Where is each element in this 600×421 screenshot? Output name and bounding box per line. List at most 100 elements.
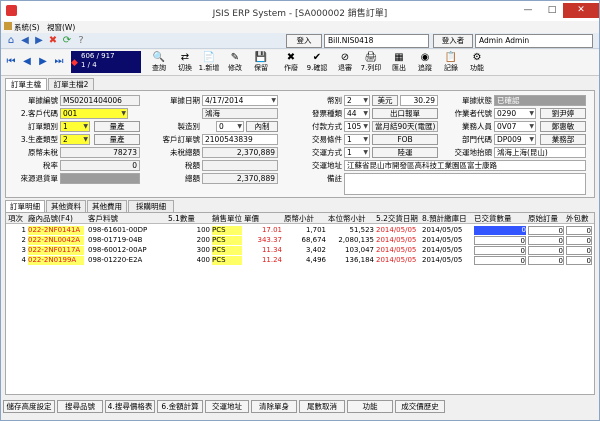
- table-cell[interactable]: 022-2NF0141A: [28, 226, 84, 235]
- table-cell[interactable]: 2014/05/05: [422, 256, 472, 265]
- table-cell[interactable]: 098-01220-E2A: [88, 256, 166, 265]
- maximize-button[interactable]: □: [541, 3, 563, 18]
- invoice-button[interactable]: 出口報單: [372, 108, 438, 119]
- table-cell[interactable]: 0: [528, 256, 564, 265]
- dest-field[interactable]: 鴻海上海(昆山): [494, 147, 586, 158]
- tab-other-data[interactable]: 其他資料: [46, 200, 86, 212]
- table-cell[interactable]: 200: [168, 236, 210, 245]
- table-cell[interactable]: PCS: [212, 256, 242, 265]
- app-menu-icon[interactable]: [4, 22, 12, 30]
- dept-code-field[interactable]: DP009 ▼: [494, 134, 536, 145]
- prod-type-field[interactable]: 2 ▼: [60, 134, 90, 145]
- minimize-button[interactable]: —: [517, 3, 539, 18]
- table-cell[interactable]: 2014/05/05: [376, 236, 420, 245]
- trade-code-field[interactable]: 1 ▼: [344, 134, 370, 145]
- exchange-rate-field[interactable]: 30.29: [400, 95, 438, 106]
- menu-system[interactable]: 系統(S): [14, 22, 40, 33]
- sales-code-field[interactable]: 0V07 ▼: [494, 121, 536, 132]
- tab-other-cost[interactable]: 其他費用: [87, 200, 127, 212]
- cust-po-field[interactable]: 2100543839: [202, 134, 278, 145]
- table-cell[interactable]: 0: [566, 236, 592, 245]
- grid-header-cell[interactable]: 外包數: [566, 213, 589, 224]
- table-cell[interactable]: 300: [168, 246, 210, 255]
- table-cell[interactable]: 0: [474, 226, 526, 235]
- toolbar-function-button[interactable]: ⚙ 功能: [465, 51, 489, 75]
- ship-button[interactable]: 陸運: [372, 147, 438, 158]
- table-cell[interactable]: 51,523: [328, 226, 375, 235]
- table-cell[interactable]: 11.34: [244, 246, 282, 255]
- toolbar-print-button[interactable]: 🖨 7.列印: [359, 51, 383, 75]
- table-cell[interactable]: 2014/05/05: [422, 236, 472, 245]
- table-cell[interactable]: 098-60012-00AP: [88, 246, 166, 255]
- invoice-code-field[interactable]: 44 ▼: [344, 108, 370, 119]
- first-record-icon[interactable]: ⏮: [5, 56, 17, 68]
- table-cell[interactable]: 2,080,135: [328, 236, 374, 245]
- tab-order-detail[interactable]: 訂單明細: [5, 200, 45, 212]
- tax-rate-field[interactable]: 0: [60, 160, 140, 171]
- stop-icon[interactable]: ✖: [47, 35, 59, 47]
- toolbar-export-button[interactable]: ▦ 匯出: [387, 51, 411, 75]
- tab-order-main-2[interactable]: 訂單主檔2: [48, 78, 94, 90]
- grid-header-cell[interactable]: 單價: [244, 213, 259, 224]
- table-cell[interactable]: 103,047: [328, 246, 374, 255]
- table-cell[interactable]: 4: [8, 256, 26, 265]
- table-cell[interactable]: 2014/05/05: [376, 226, 420, 235]
- grid-header-cell[interactable]: 客戶料號: [88, 213, 118, 224]
- ship-code-field[interactable]: 1 ▼: [344, 147, 370, 158]
- table-cell[interactable]: 0: [474, 236, 526, 245]
- function-button[interactable]: 功能: [347, 400, 393, 413]
- forward-icon[interactable]: ▶: [33, 35, 45, 47]
- table-cell[interactable]: 022-2N0199A: [28, 256, 84, 265]
- trade-button[interactable]: FOB: [372, 134, 438, 145]
- save-height-button[interactable]: 儲存高度設定: [3, 400, 55, 413]
- table-cell[interactable]: 0: [528, 226, 564, 235]
- menu-window[interactable]: 視窗(W): [47, 22, 75, 33]
- grid-header-cell[interactable]: 項次: [8, 213, 23, 224]
- pay-code-field[interactable]: 105 ▼: [344, 121, 370, 132]
- grid-header-cell[interactable]: 原幣小計: [284, 213, 314, 224]
- currency-code-field[interactable]: 2 ▼: [344, 95, 370, 106]
- table-cell[interactable]: 1,701: [284, 226, 326, 235]
- table-cell[interactable]: 2014/05/05: [376, 246, 420, 255]
- prev-record-icon[interactable]: ◀: [21, 56, 33, 68]
- dept-name-button[interactable]: 業務部: [540, 134, 586, 145]
- grid-header-cell[interactable]: 5.2交貨日期: [376, 213, 418, 224]
- currency-button[interactable]: 美元: [372, 95, 398, 106]
- table-cell[interactable]: 0: [566, 246, 592, 255]
- grid-header-cell[interactable]: 廠內品號(F4): [28, 213, 73, 224]
- price-history-button[interactable]: 成交價歷史: [395, 400, 445, 413]
- table-row[interactable]: 1 022-2NF0141A 098-61601-00DP 100 PCS 17.01 1,…: [6, 226, 594, 235]
- table-cell[interactable]: 098-61601-00DP: [88, 226, 166, 235]
- order-date-field[interactable]: 4/17/2014 ▼: [202, 95, 278, 106]
- table-cell[interactable]: 68,674: [284, 236, 327, 245]
- table-cell[interactable]: PCS: [212, 236, 242, 245]
- ship-address-button[interactable]: 交運地址: [205, 400, 249, 413]
- calc-amount-button[interactable]: 6.金額計算: [157, 400, 203, 413]
- table-cell[interactable]: 3: [8, 246, 26, 255]
- help-icon[interactable]: ?: [75, 35, 87, 47]
- ship-addr-field[interactable]: 江蘇省昆山市開發區高科技工業園區富士康路: [344, 160, 586, 171]
- table-cell[interactable]: 022-2NL0042A: [28, 236, 84, 245]
- table-cell[interactable]: 0: [566, 256, 592, 265]
- table-cell[interactable]: 3,402: [284, 246, 326, 255]
- toolbar-cancel-confirm-button[interactable]: ⊘ 退審: [333, 51, 357, 75]
- last-record-icon[interactable]: ⏭: [53, 56, 65, 68]
- refresh-icon[interactable]: ⟳: [61, 35, 73, 47]
- cancel-rounding-button[interactable]: 尾數取消: [299, 400, 345, 413]
- next-record-icon[interactable]: ▶: [37, 56, 49, 68]
- toolbar-trace-button[interactable]: ◉ 追蹤: [413, 51, 437, 75]
- grid-header-cell[interactable]: 已交貨數量: [474, 213, 512, 224]
- back-icon[interactable]: ◀: [19, 35, 31, 47]
- remark-field[interactable]: [344, 173, 586, 195]
- grid-header-cell[interactable]: 銷售單位: [212, 213, 242, 224]
- grid-header-cell[interactable]: 5.1數量: [168, 213, 195, 224]
- order-type-field[interactable]: 1 ▼: [60, 121, 90, 132]
- search-price-button[interactable]: 4.搜尋價格表: [105, 400, 155, 413]
- table-cell[interactable]: 100: [168, 226, 210, 235]
- close-button[interactable]: ✕: [563, 3, 599, 18]
- tax-field[interactable]: 0 ▼: [216, 121, 244, 132]
- home-icon[interactable]: ⌂: [5, 35, 17, 47]
- operator-name-button[interactable]: 劉尹婷: [540, 108, 586, 119]
- table-cell[interactable]: 0: [474, 246, 526, 255]
- toolbar-switch-button[interactable]: ⇄ 切換: [173, 51, 197, 75]
